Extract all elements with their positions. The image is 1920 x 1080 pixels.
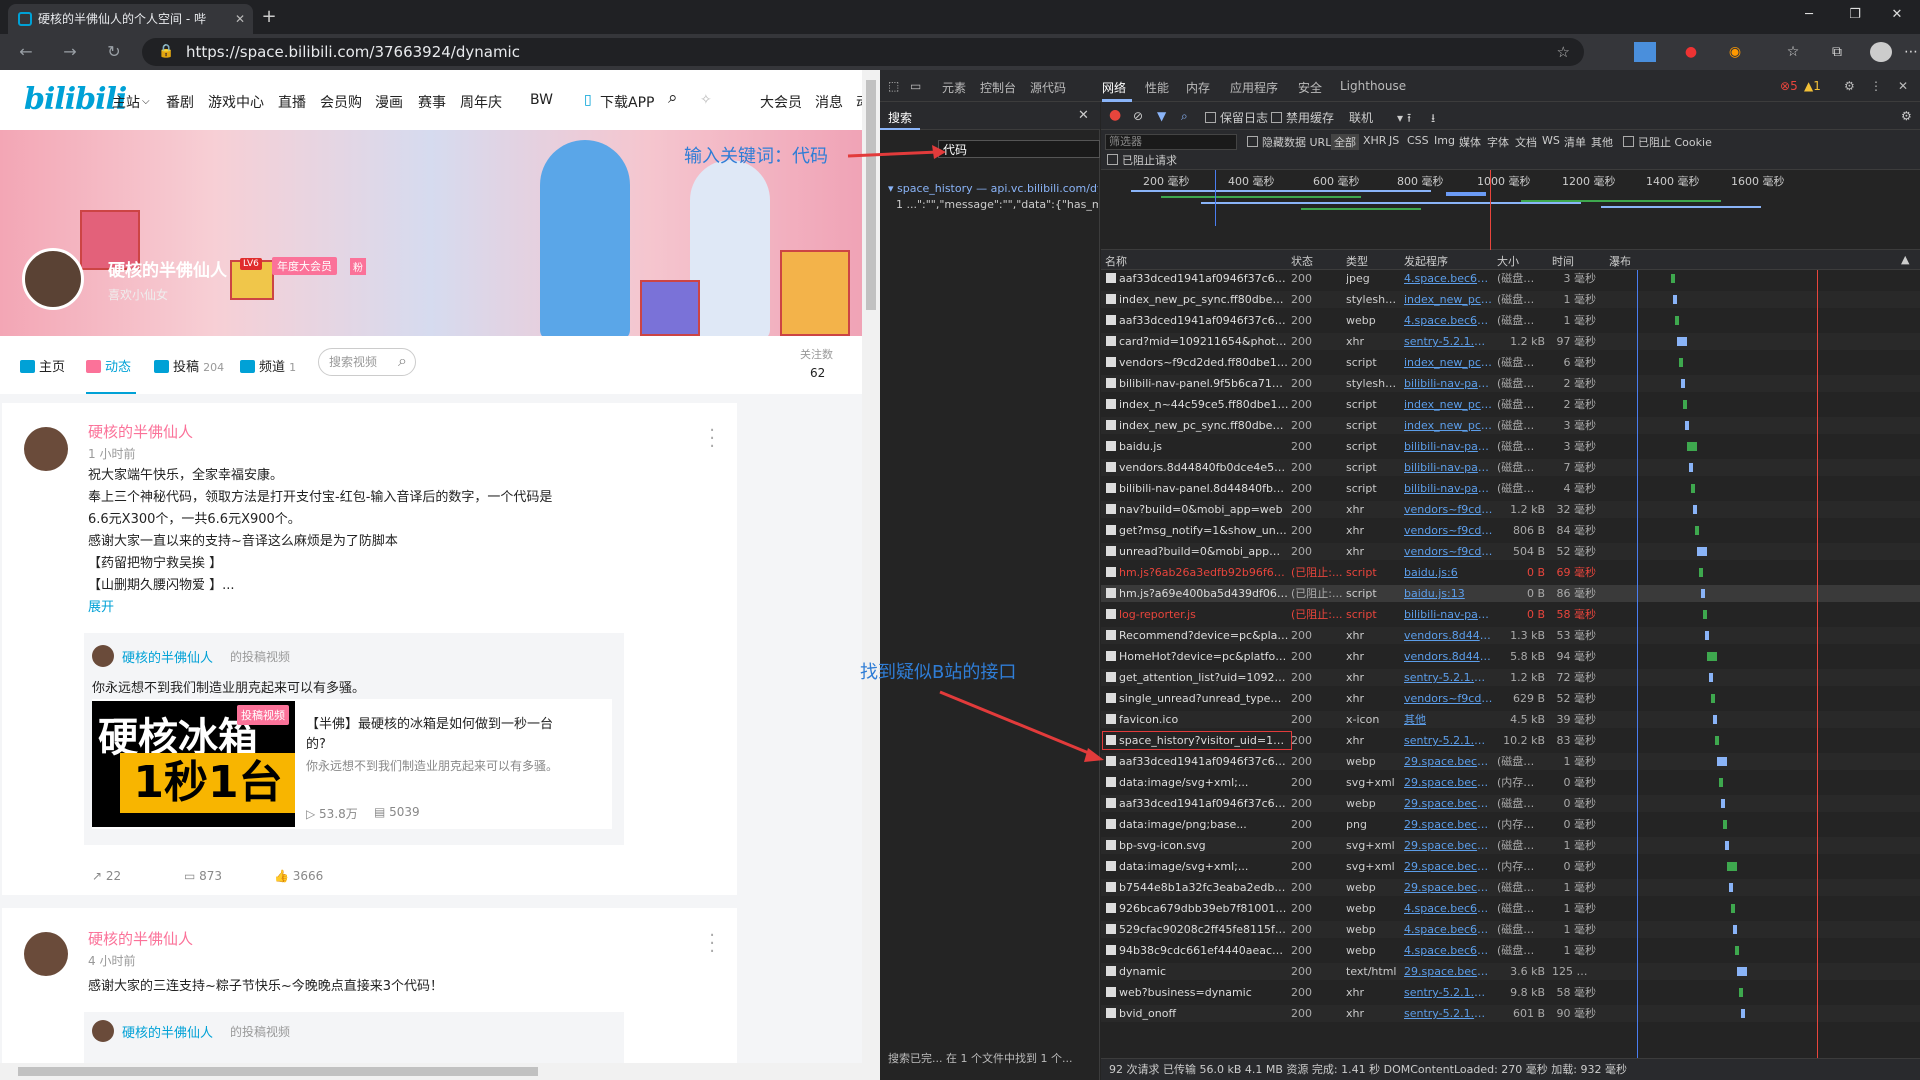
arrow-head-icon — [932, 145, 946, 159]
arrow-line — [939, 690, 1097, 758]
arrow-head-icon — [1084, 748, 1104, 762]
annotation-arrows — [847, 145, 1104, 762]
arrow-line — [847, 150, 939, 158]
annotation-found-hint: 找到疑似B站的接口 — [860, 662, 1017, 683]
